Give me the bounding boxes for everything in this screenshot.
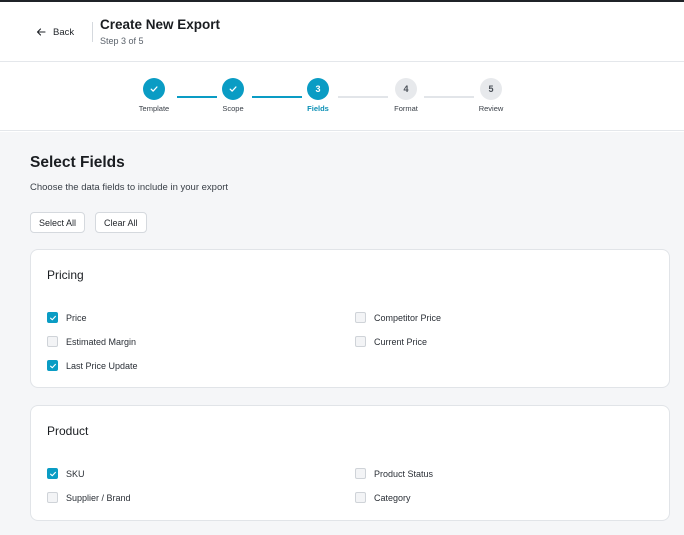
checkbox-unchecked[interactable] <box>355 492 366 503</box>
field-option[interactable]: Estimated Margin <box>47 336 136 347</box>
back-label: Back <box>53 26 75 38</box>
field-option[interactable]: Price <box>47 312 87 323</box>
field-group-product: Product SKU Product Status Supplier / Br… <box>30 405 670 521</box>
field-option[interactable]: SKU <box>47 468 85 479</box>
check-icon <box>49 315 56 320</box>
check-icon <box>229 86 237 92</box>
field-label: Category <box>374 492 411 503</box>
select-all-button[interactable]: Select All <box>30 212 86 233</box>
field-label: Supplier / Brand <box>66 492 131 503</box>
group-title: Product <box>47 424 89 438</box>
field-label: Estimated Margin <box>66 336 137 347</box>
field-option[interactable]: Competitor Price <box>355 312 441 323</box>
section-description: Choose the data fields to include in you… <box>30 182 229 193</box>
check-icon <box>150 86 158 92</box>
check-icon <box>49 471 56 476</box>
step-label: Fields <box>307 104 329 113</box>
step-connector <box>177 96 217 98</box>
step-label: Format <box>394 104 418 113</box>
step-indicator: Step 3 of 5 <box>100 36 144 46</box>
step-circle-done <box>143 78 165 100</box>
back-button[interactable]: Back <box>36 24 74 40</box>
checkbox-unchecked[interactable] <box>47 492 58 503</box>
step-connector <box>338 96 388 98</box>
field-option[interactable]: Supplier / Brand <box>47 492 131 503</box>
field-label: Last Price Update <box>66 360 138 371</box>
main-content: Select Fields Choose the data fields to … <box>0 132 684 535</box>
step-circle-todo: 5 <box>480 78 502 100</box>
clear-all-button[interactable]: Clear All <box>95 212 147 233</box>
group-title: Pricing <box>47 268 84 282</box>
arrow-left-icon <box>36 28 46 36</box>
page-header: Back Create New Export Step 3 of 5 <box>0 2 684 62</box>
page-title: Create New Export <box>100 17 221 32</box>
step-circle-active: 3 <box>307 78 329 100</box>
step-connector <box>252 96 302 98</box>
checkbox-unchecked[interactable] <box>355 468 366 479</box>
field-option[interactable]: Product Status <box>355 468 433 479</box>
step-circle-todo: 4 <box>395 78 417 100</box>
field-label: SKU <box>66 468 85 479</box>
checkbox-unchecked[interactable] <box>47 336 58 347</box>
checkbox-checked[interactable] <box>47 468 58 479</box>
field-group-pricing: Pricing Price Competitor Price Estimated… <box>30 249 670 388</box>
field-label: Price <box>66 312 87 323</box>
field-label: Competitor Price <box>374 312 442 323</box>
step-connector <box>424 96 474 98</box>
check-icon <box>49 363 56 368</box>
field-option[interactable]: Category <box>355 492 411 503</box>
field-option[interactable]: Current Price <box>355 336 427 347</box>
field-label: Product Status <box>374 468 434 479</box>
field-label: Current Price <box>374 336 428 347</box>
header-divider <box>92 22 93 42</box>
step-label: Scope <box>222 104 244 113</box>
checkbox-checked[interactable] <box>47 312 58 323</box>
checkbox-unchecked[interactable] <box>355 312 366 323</box>
step-label: Review <box>478 104 504 113</box>
checkbox-unchecked[interactable] <box>355 336 366 347</box>
step-circle-done <box>222 78 244 100</box>
section-title: Select Fields <box>30 154 125 171</box>
checkbox-checked[interactable] <box>47 360 58 371</box>
field-option[interactable]: Last Price Update <box>47 360 138 371</box>
step-label: Template <box>138 104 170 113</box>
